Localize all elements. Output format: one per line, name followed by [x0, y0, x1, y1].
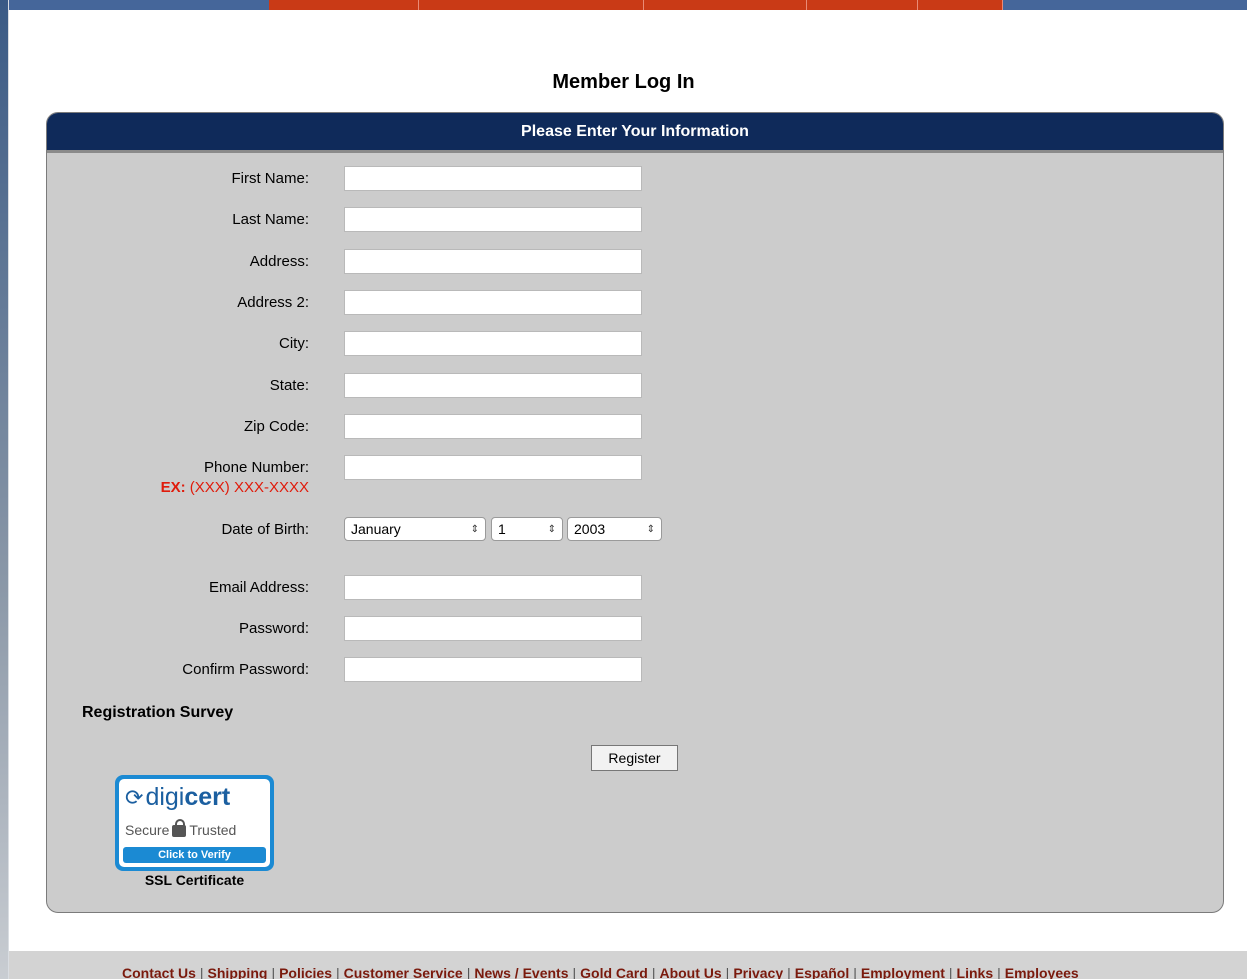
footer-link[interactable]: Privacy: [733, 965, 783, 979]
registration-survey-heading: Registration Survey: [82, 704, 234, 721]
lock-icon: [172, 819, 187, 837]
top-bar-right: [1003, 0, 1247, 10]
footer-separator: |: [199, 965, 204, 979]
footer-link[interactable]: Customer Service: [344, 965, 463, 979]
footer-separator: |: [948, 965, 953, 979]
dob-label: Date of Birth:: [221, 521, 309, 538]
footer-link[interactable]: Contact Us: [122, 965, 196, 979]
seal-inner: ⟳ digi cert Secure Trusted Click to Verif…: [119, 779, 270, 867]
footer-separator: |: [572, 965, 577, 979]
ssl-certificate-label: SSL Certificate: [144, 872, 245, 888]
registration-panel: Please Enter Your Information First Name…: [46, 112, 1224, 913]
select-arrows-icon: ⇕: [470, 523, 479, 535]
zip-input[interactable]: [344, 414, 642, 439]
footer-link[interactable]: Employment: [861, 965, 945, 979]
digicert-seal[interactable]: ⟳ digi cert Secure Trusted Click to Verif…: [115, 775, 274, 871]
top-nav-tab[interactable]: [644, 0, 807, 10]
phone-example-format: (XXX) XXX-XXXX: [189, 479, 309, 496]
register-button[interactable]: Register: [591, 745, 678, 771]
phone-example-prefix: EX:: [160, 479, 186, 496]
footer-separator: |: [853, 965, 857, 979]
footer: Contact Us | Shipping | Policies | Customer Se…: [9, 951, 1247, 979]
seal-trusted-text: Trusted: [189, 822, 237, 838]
phone-label: Phone Number:: [203, 459, 309, 476]
password-label: Password:: [238, 620, 309, 637]
footer-separator: |: [651, 965, 656, 979]
select-arrows-icon: ⇕: [547, 523, 556, 535]
email-label: Email Address:: [208, 579, 309, 596]
footer-link[interactable]: Gold Card: [580, 965, 648, 979]
seal-verify-link[interactable]: Click to Verify: [123, 847, 266, 863]
state-label: State:: [269, 377, 309, 394]
phone-input[interactable]: [344, 455, 642, 480]
seal-secure-text: Secure: [125, 822, 170, 838]
footer-links: Contact Us | Shipping | Policies | Customer Se…: [122, 965, 1079, 979]
top-bar-left: [9, 0, 269, 10]
footer-link[interactable]: About Us: [659, 965, 721, 979]
left-edge-line: [8, 0, 9, 979]
state-input[interactable]: [344, 373, 642, 398]
first-name-input[interactable]: [344, 166, 642, 191]
footer-separator: |: [271, 965, 276, 979]
password-input[interactable]: [344, 616, 642, 641]
dob-year-select[interactable]: 2003 ⇕: [567, 517, 662, 541]
dob-month-select[interactable]: January ⇕: [344, 517, 486, 541]
email-input[interactable]: [344, 575, 642, 600]
last-name-input[interactable]: [344, 207, 642, 232]
top-nav-tab[interactable]: [269, 0, 419, 10]
dob-day-value: 1: [498, 521, 506, 537]
footer-separator: |: [336, 965, 340, 979]
seal-secure-trusted: Secure Trusted: [125, 819, 237, 838]
select-arrows-icon: ⇕: [646, 523, 655, 535]
address-label: Address:: [249, 253, 309, 270]
address2-label: Address 2:: [237, 294, 309, 311]
top-nav-tab[interactable]: [918, 0, 1003, 10]
footer-link[interactable]: News / Events: [474, 965, 568, 979]
zip-label: Zip Code:: [243, 418, 309, 435]
city-label: City:: [279, 335, 309, 352]
panel-header: Please Enter Your Information: [47, 113, 1223, 153]
footer-separator: |: [787, 965, 791, 979]
dob-year-value: 2003: [574, 521, 606, 537]
city-input[interactable]: [344, 331, 642, 356]
top-nav-bar: [9, 0, 1247, 10]
top-nav-tab[interactable]: [807, 0, 918, 10]
dob-day-select[interactable]: 1 ⇕: [491, 517, 563, 541]
address-input[interactable]: [344, 249, 642, 274]
left-edge-shading: [0, 0, 8, 979]
confirm-password-label: Confirm Password:: [182, 661, 309, 678]
footer-link[interactable]: Links: [957, 965, 994, 979]
footer-link[interactable]: Employees: [1005, 965, 1079, 979]
top-nav-tab[interactable]: [419, 0, 644, 10]
last-name-label: Last Name:: [232, 211, 309, 228]
page-title: Member Log In: [552, 71, 695, 93]
footer-link[interactable]: Policies: [279, 965, 332, 979]
footer-separator: |: [725, 965, 730, 979]
digicert-logo: ⟳ digi cert: [125, 783, 230, 812]
digicert-mark-icon: ⟳: [125, 784, 144, 810]
dob-month-value: January: [351, 521, 401, 537]
digicert-brand-bold: cert: [184, 783, 231, 811]
phone-example: EX: (XXX) XXX-XXXX: [47, 479, 309, 496]
footer-link[interactable]: Español: [795, 965, 849, 979]
digicert-brand-light: digi: [145, 783, 185, 811]
confirm-password-input[interactable]: [344, 657, 642, 682]
footer-link[interactable]: Shipping: [208, 965, 268, 979]
footer-separator: |: [466, 965, 471, 979]
first-name-label: First Name:: [231, 170, 309, 187]
address2-input[interactable]: [344, 290, 642, 315]
footer-separator: |: [997, 965, 1001, 979]
